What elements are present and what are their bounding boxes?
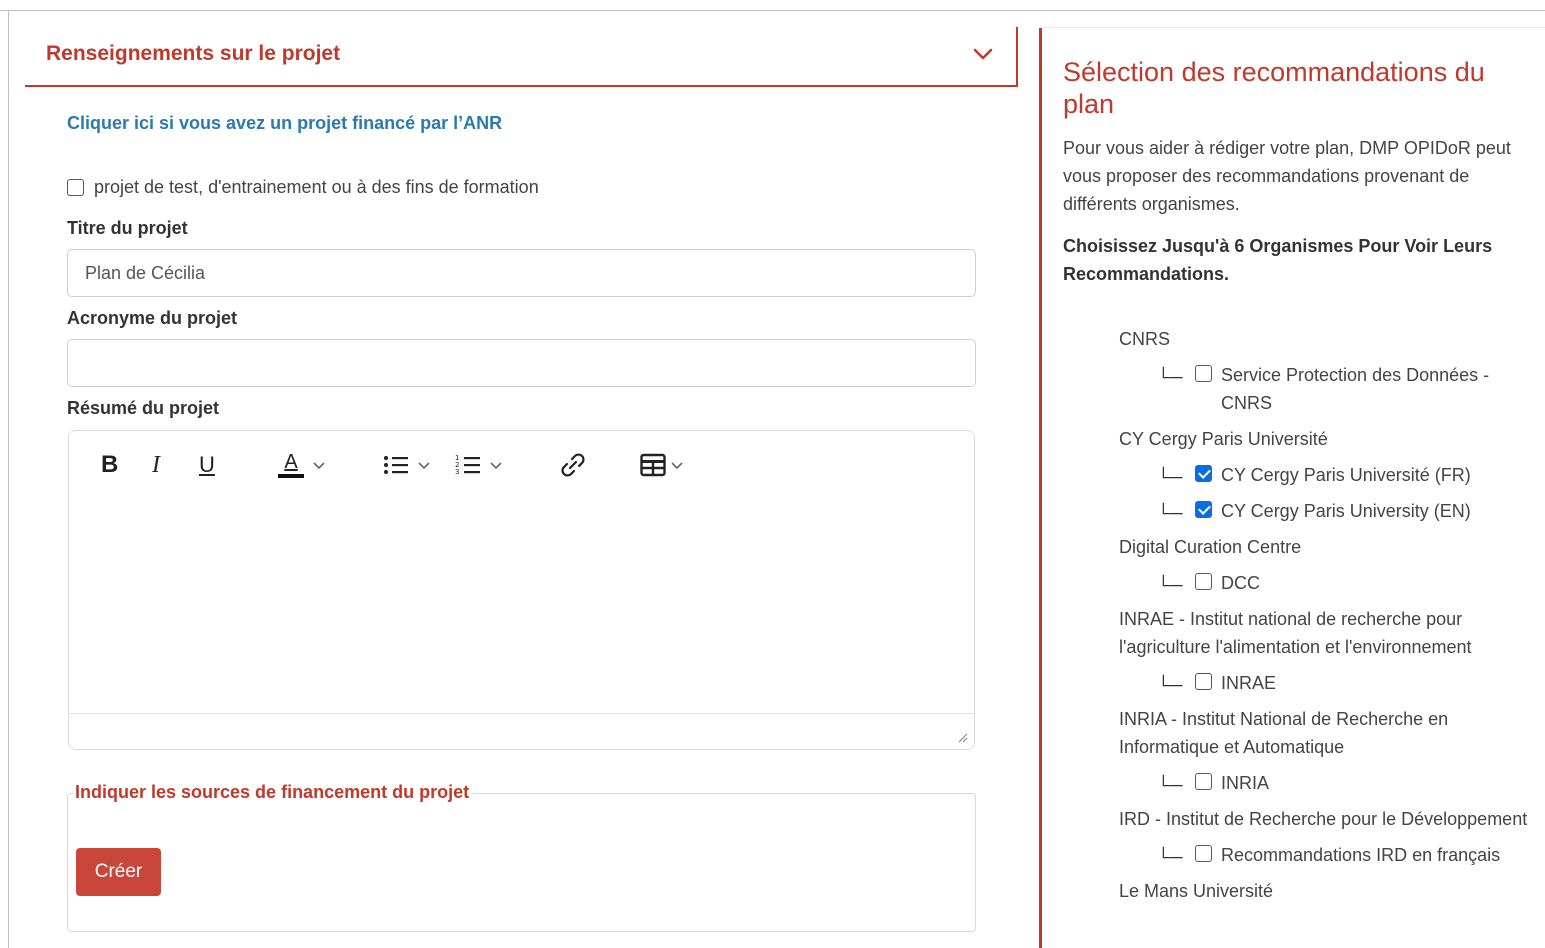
guidance-checkbox[interactable] [1195,465,1212,482]
org-group: IRD - Institut de Recherche pour le Déve… [1119,805,1539,869]
font-color-icon: A [278,452,304,478]
org-name: Le Mans Université [1119,881,1274,901]
guidance-checkbox[interactable] [1195,573,1212,590]
org-group: INRAE - Institut national de recherche p… [1119,605,1539,697]
project-acronym-input[interactable] [67,339,976,387]
project-panel-header[interactable]: Renseignements sur le projet [25,27,1018,87]
tree-branch-icon: └─ [1157,467,1183,487]
project-info-panel: Renseignements sur le projet Cliquer ici… [25,27,1018,948]
org-name: CY Cergy Paris Université [1119,429,1328,449]
underline-button[interactable]: U [199,445,215,485]
guidance-checkbox[interactable] [1195,845,1212,862]
org-name: INRAE - Institut national de recherche p… [1119,609,1472,657]
guidance-label: INRIA [1221,773,1270,793]
project-acronym-label: Acronyme du projet [67,308,238,328]
org-guidance-item[interactable]: └─ Service Protection des Données - CNRS [1119,361,1539,417]
org-guidance-item[interactable]: └─ INRIA [1119,769,1539,797]
insert-link-button[interactable] [559,445,587,485]
anr-project-link[interactable]: Cliquer ici si vous avez un projet finan… [67,113,502,134]
funding-sources-fieldset [67,793,976,932]
guidance-checkbox[interactable] [1195,673,1212,690]
org-group: CNRS └─ Service Protection des Données -… [1119,325,1539,417]
org-name: Digital Curation Centre [1119,537,1302,557]
editor-toolbar: B I U A 1 2 3 [69,431,974,497]
guidance-label: Service Protection des Données - CNRS [1221,365,1490,413]
font-color-button[interactable]: A [278,445,326,485]
bullet-list-icon [384,456,408,474]
recommendations-panel-top-border [1042,27,1545,28]
org-name: CNRS [1119,329,1171,349]
summary-editor-area[interactable] [69,497,974,715]
numbered-list-button[interactable]: 1 2 3 [455,445,503,485]
guidance-label: CY Cergy Paris University (EN) [1221,501,1471,521]
bold-button[interactable]: B [101,445,118,485]
recommendations-title: Sélection des recommandations du plan [1063,57,1485,119]
recommendations-panel: Sélection des recommandations du plan Po… [1063,56,1543,288]
editor-status-bar [69,713,974,749]
recommendations-description: Pour vous aider à rédiger votre plan, DM… [1063,138,1511,214]
project-title-input[interactable] [67,249,976,297]
org-group: CY Cergy Paris Université └─ CY Cergy Pa… [1119,425,1539,525]
org-guidance-item[interactable]: └─ DCC [1119,569,1539,597]
recommendations-panel-border [1039,28,1042,948]
tree-branch-icon: └─ [1157,503,1183,523]
underline-icon: U [199,452,215,477]
project-summary-label: Résumé du projet [67,398,220,418]
chevron-down-icon [418,462,430,470]
italic-icon: I [152,451,160,478]
test-project-checkbox[interactable] [67,179,84,196]
resize-handle-icon[interactable] [956,731,968,743]
chevron-down-icon [671,462,683,470]
guidance-label: CY Cergy Paris Université (FR) [1221,465,1471,485]
tree-branch-icon: └─ [1157,367,1183,387]
bullet-list-button[interactable] [383,445,431,485]
svg-text:3: 3 [455,468,459,476]
summary-rich-text-editor: B I U A 1 2 3 [68,430,975,750]
numbered-list-icon: 1 2 3 [455,454,480,476]
chevron-down-icon [490,462,502,470]
tree-branch-icon: └─ [1157,575,1183,595]
guidance-checkbox[interactable] [1195,773,1212,790]
chevron-down-icon [313,462,325,470]
project-title-label: Titre du projet [67,218,188,238]
org-guidance-item[interactable]: └─ INRAE [1119,669,1539,697]
guidance-label: DCC [1221,573,1260,593]
organisations-list: CNRS └─ Service Protection des Données -… [1119,325,1539,913]
window-top-border [0,10,1545,11]
org-name: IRD - Institut de Recherche pour le Déve… [1119,809,1528,829]
link-icon [561,453,585,477]
org-name: INRIA - Institut National de Recherche e… [1119,709,1449,757]
org-group: Le Mans Université [1119,877,1539,905]
insert-table-button[interactable] [640,445,684,485]
chevron-down-icon[interactable] [972,43,994,65]
guidance-checkbox[interactable] [1195,501,1212,518]
org-group: INRIA - Institut National de Recherche e… [1119,705,1539,797]
funding-sources-legend: Indiquer les sources de financement du p… [73,782,472,803]
italic-button[interactable]: I [152,445,160,485]
font-color-swatch [278,474,304,478]
recommendations-instruction: Choisissez Jusqu'à 6 Organismes Pour Voi… [1063,236,1493,284]
window-left-border [8,10,9,948]
org-guidance-item[interactable]: └─ CY Cergy Paris Université (FR) [1119,461,1539,489]
test-project-label: projet de test, d'entrainement ou à des … [94,177,539,197]
guidance-checkbox[interactable] [1195,365,1212,382]
guidance-label: Recommandations IRD en français [1221,845,1501,865]
project-panel-title: Renseignements sur le projet [46,42,341,65]
tree-branch-icon: └─ [1157,847,1183,867]
table-icon [640,453,666,477]
test-project-option[interactable]: projet de test, d'entrainement ou à des … [67,177,539,198]
org-guidance-item[interactable]: └─ CY Cergy Paris University (EN) [1119,497,1539,525]
org-guidance-item[interactable]: └─ Recommandations IRD en français [1119,841,1539,869]
create-button[interactable]: Créer [76,848,161,896]
bold-icon: B [101,451,119,478]
org-group: Digital Curation Centre └─ DCC [1119,533,1539,597]
tree-branch-icon: └─ [1157,775,1183,795]
guidance-label: INRAE [1221,673,1277,693]
tree-branch-icon: └─ [1157,675,1183,695]
